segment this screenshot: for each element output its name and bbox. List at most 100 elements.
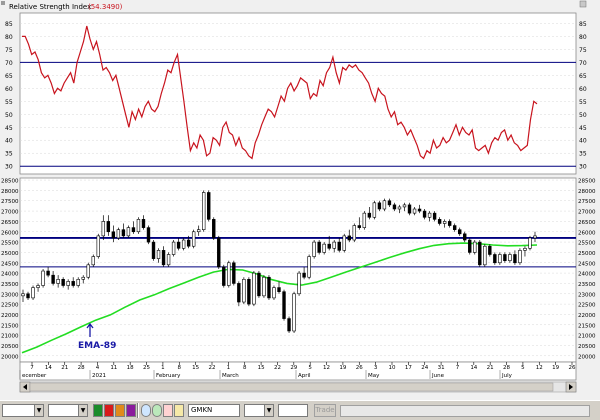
- price-tick-label-left: 27500: [1, 199, 19, 205]
- date-tick-label: 1: [161, 365, 165, 371]
- candle-body-down: [212, 219, 216, 239]
- month-label: March: [222, 373, 239, 379]
- symbol-value: GMKN: [191, 406, 213, 414]
- window-menu-icon[interactable]: [1, 1, 5, 5]
- scrollbar-thumb[interactable]: [29, 382, 554, 392]
- date-tick-label: 8: [243, 365, 247, 371]
- price-tick-label-right: 24500: [578, 261, 596, 267]
- date-tick-label: 5: [521, 365, 525, 371]
- candle: [292, 291, 296, 334]
- candle: [342, 233, 346, 253]
- candle: [262, 275, 266, 298]
- price-tick-label-right: 27000: [578, 210, 596, 216]
- rsi-current-value: (54.3490): [88, 3, 123, 11]
- candle-body-down: [478, 241, 482, 266]
- price-tick-label-left: 27000: [1, 210, 19, 216]
- candle: [493, 252, 497, 265]
- rsi-tick-label-right: 40: [579, 138, 587, 145]
- price-tick-label-left: 21000: [1, 334, 19, 340]
- date-tick-label: 5: [308, 365, 312, 371]
- candle-body-up: [126, 227, 131, 237]
- date-tick-label: 11: [110, 365, 117, 371]
- print-icon[interactable]: [174, 404, 184, 417]
- price-pane: [19, 177, 577, 363]
- toolbar-scroll-track[interactable]: [340, 405, 590, 417]
- candle-body-down: [141, 219, 146, 228]
- candle-body-down: [503, 254, 507, 261]
- price-tick-label-right: 27500: [578, 199, 596, 205]
- rsi-tick-label-left: 45: [5, 125, 13, 132]
- candle-body-up: [533, 235, 537, 239]
- period-combo[interactable]: ▼: [244, 404, 274, 417]
- candle: [272, 285, 276, 300]
- candle-body-up: [498, 254, 502, 264]
- candle-body-down: [161, 250, 166, 266]
- date-tick-label: 8: [178, 365, 182, 371]
- candle: [317, 240, 321, 255]
- candle: [232, 260, 236, 286]
- month-label: June: [431, 373, 445, 379]
- price-tick-label-right: 20500: [578, 344, 596, 350]
- candle: [91, 254, 95, 267]
- candle-body-up: [307, 256, 311, 278]
- green-color-button[interactable]: [93, 404, 103, 417]
- candle-body-up: [136, 219, 141, 233]
- red-color-button[interactable]: [104, 404, 114, 417]
- date-tick-label: 28: [78, 365, 85, 371]
- window-control-icon[interactable]: [579, 0, 587, 8]
- candle-body-down: [513, 254, 517, 264]
- candle-body-up: [191, 231, 196, 247]
- toolbar-separator: [137, 403, 139, 418]
- candle-body-down: [488, 245, 492, 255]
- zoom-icon[interactable]: [141, 404, 151, 417]
- candle-body-down: [463, 233, 467, 241]
- candle: [116, 227, 121, 241]
- candle-body-up: [272, 287, 276, 299]
- purple-color-button[interactable]: [126, 404, 136, 417]
- candle-body-down: [46, 270, 50, 276]
- candle-body-down: [267, 276, 271, 299]
- date-tick-label: 14: [45, 365, 52, 371]
- candle: [483, 244, 487, 267]
- line-style-combo[interactable]: ▼: [48, 404, 88, 417]
- price-tick-label-left: 26500: [1, 220, 19, 226]
- candle-body-up: [397, 206, 402, 210]
- chart-svg: Relative Strength Index (54.3490) 30 3035…: [0, 0, 600, 400]
- candle: [222, 264, 226, 288]
- rsi-tick-label-right: 85: [579, 21, 587, 28]
- settings-icon[interactable]: [163, 404, 173, 417]
- chart-window: Relative Strength Index (54.3490) 30 30 35…: [0, 0, 600, 400]
- candle: [473, 240, 477, 255]
- refresh-icon[interactable]: [152, 404, 162, 417]
- candle-body-down: [468, 239, 472, 253]
- month-label: ecember: [22, 373, 47, 379]
- rsi-title: Relative Strength Index: [9, 3, 91, 11]
- candle: [287, 316, 291, 334]
- candle-body-down: [176, 241, 181, 249]
- date-tick-label: 21: [487, 365, 494, 371]
- month-label: April: [298, 373, 311, 379]
- rsi-tick-label-left: 40: [5, 138, 13, 145]
- candle-body-up: [382, 200, 387, 210]
- price-tick-label-left: 20500: [1, 344, 19, 350]
- rsi-tick-label-right: 70: [579, 60, 587, 67]
- price-tick-label-right: 21500: [578, 323, 596, 329]
- candle-body-down: [121, 229, 126, 237]
- candle: [126, 225, 131, 238]
- quantity-input[interactable]: [278, 404, 308, 417]
- trade-button[interactable]: Trade: [314, 404, 336, 417]
- chart-type-combo[interactable]: ▼: [2, 404, 44, 417]
- candle: [247, 277, 251, 307]
- candle-body-up: [412, 208, 417, 214]
- chevron-down-icon: ▼: [34, 405, 43, 416]
- candle: [528, 235, 532, 251]
- candle-body-up: [262, 276, 266, 297]
- candle-body-up: [342, 235, 346, 251]
- candle-body-up: [86, 264, 90, 278]
- price-tick-label-right: 22000: [578, 313, 596, 319]
- orange-color-button[interactable]: [115, 404, 125, 417]
- candle: [31, 285, 35, 300]
- price-tick-label-right: 23500: [578, 282, 596, 288]
- candle-body-up: [41, 270, 45, 286]
- symbol-input[interactable]: GMKN: [188, 404, 240, 417]
